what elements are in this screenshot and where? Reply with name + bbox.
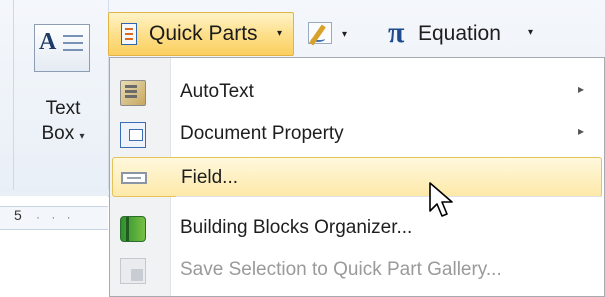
menu-item-label: Save Selection to Quick Part Gallery... [180,259,502,280]
mouse-cursor-icon [429,182,453,217]
chevron-down-icon: ▾ [277,28,283,39]
save-selection-icon [120,258,146,284]
signature-line-button[interactable]: ▾ [302,16,358,52]
signature-line-icon [308,22,332,46]
menu-item-label: Field... [181,167,239,188]
ruler-number: 5 [14,207,22,223]
field-icon [121,172,147,184]
menu-item-field[interactable]: Field... [112,157,602,197]
equation-label: Equation [418,22,501,45]
quick-parts-icon [121,23,137,45]
menu-item-label: AutoText [180,81,254,102]
quick-parts-label: Quick Parts [149,22,258,45]
menu-item-label: Building Blocks Organizer... [180,217,413,238]
menu-item-label: Document Property [180,123,344,144]
menu-separator [176,196,602,197]
document-property-icon [120,122,146,148]
chevron-right-icon: ▸ [578,82,585,96]
building-blocks-icon [120,216,146,242]
chevron-down-icon: ▾ [79,131,85,142]
menu-item-building-blocks-organizer[interactable]: Building Blocks Organizer... [112,208,602,248]
pi-icon: π [388,16,405,49]
ruler-ticks: · · · [36,210,75,224]
text-box-button[interactable]: A Text Box ▾ [24,10,102,160]
text-box-icon: A [34,24,90,72]
quick-parts-button[interactable]: Quick Parts ▾ [108,12,294,56]
ribbon-left-separator [13,0,14,190]
quick-parts-menu: AutoText ▸ Document Property ▸ Field... … [109,57,605,297]
autotext-icon [120,80,146,106]
menu-item-save-selection[interactable]: Save Selection to Quick Part Gallery... [112,250,602,290]
text-box-label-line1: Text [45,98,81,119]
chevron-right-icon: ▸ [578,124,585,138]
menu-item-document-property[interactable]: Document Property ▸ [112,114,602,154]
menu-item-autotext[interactable]: AutoText ▸ [112,72,602,112]
equation-button[interactable]: π Equation ▾ [382,16,552,52]
chevron-down-icon: ▾ [528,27,534,38]
chevron-down-icon: ▾ [342,29,348,40]
text-box-label-line2: Box ▾ [41,123,85,144]
